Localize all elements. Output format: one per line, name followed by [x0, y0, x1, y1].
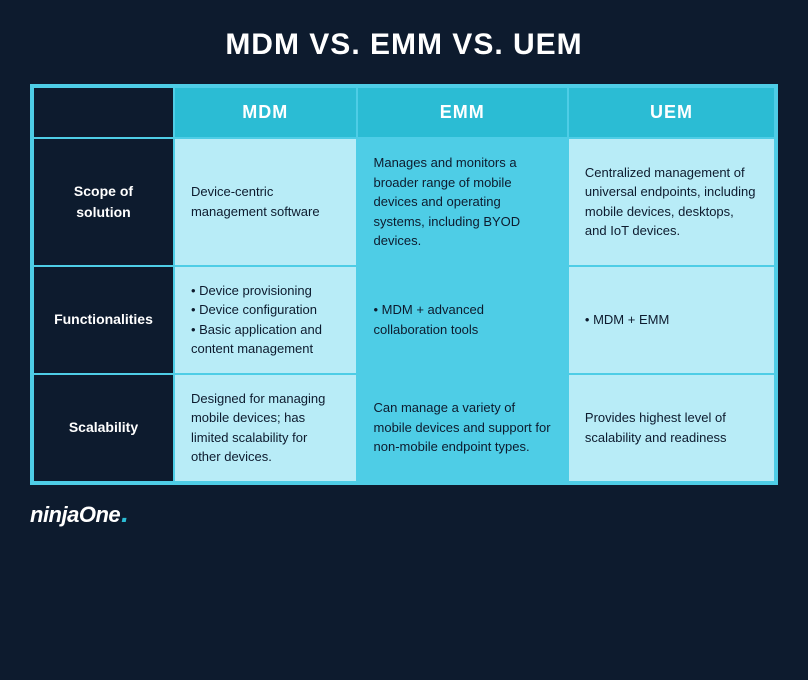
table-row: Scope of solution Device-centric managem… [33, 138, 775, 266]
logo-word: ninjaOne [30, 502, 120, 527]
cell-func-uem: • MDM + EMM [568, 266, 775, 374]
header-uem: UEM [568, 87, 775, 138]
cell-scale-mdm: Designed for managing mobile devices; ha… [174, 374, 357, 482]
header-empty [33, 87, 174, 138]
row-label-func: Functionalities [33, 266, 174, 374]
page-wrapper: MDM VS. EMM VS. UEM MDM EMM UEM Scope of… [0, 0, 808, 680]
cell-scope-emm: Manages and monitors a broader range of … [357, 138, 568, 266]
table-row: Functionalities • Device provisioning • … [33, 266, 775, 374]
page-title: MDM VS. EMM VS. UEM [225, 28, 582, 62]
row-label-scope: Scope of solution [33, 138, 174, 266]
logo-text: ninjaOne. [30, 499, 128, 528]
comparison-table: MDM EMM UEM Scope of solution Device-cen… [30, 84, 778, 485]
header-emm: EMM [357, 87, 568, 138]
logo-area: ninjaOne. [30, 499, 128, 528]
cell-scale-emm: Can manage a variety of mobile devices a… [357, 374, 568, 482]
logo-dot: . [121, 497, 128, 528]
cell-scope-mdm: Device-centric management software [174, 138, 357, 266]
cell-func-mdm: • Device provisioning • Device configura… [174, 266, 357, 374]
table-row: Scalability Designed for managing mobile… [33, 374, 775, 482]
table-header-row: MDM EMM UEM [33, 87, 775, 138]
row-label-scale: Scalability [33, 374, 174, 482]
cell-func-emm: • MDM + advanced collaboration tools [357, 266, 568, 374]
header-mdm: MDM [174, 87, 357, 138]
cell-scale-uem: Provides highest level of scalability an… [568, 374, 775, 482]
cell-scope-uem: Centralized management of universal endp… [568, 138, 775, 266]
